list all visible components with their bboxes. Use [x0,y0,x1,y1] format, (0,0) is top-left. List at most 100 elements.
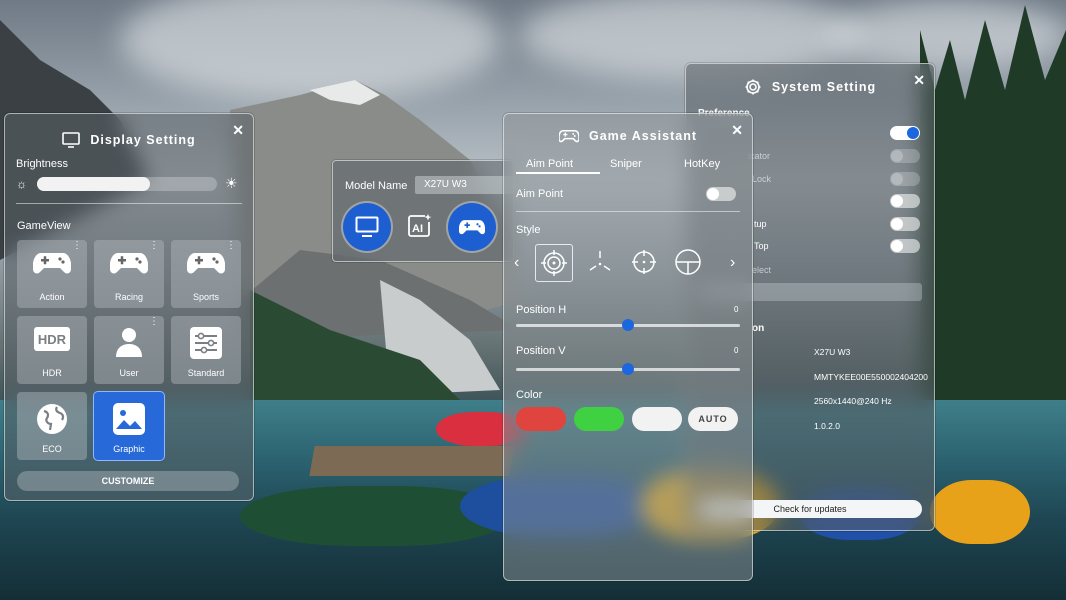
dock [309,446,515,476]
crosshair-style-4[interactable] [670,244,706,280]
color-label: Color [516,389,543,401]
crosshair-target-icon [541,250,567,276]
panel-title: System Setting [771,80,877,94]
tile-label: Graphic [113,444,145,454]
toggle-4[interactable] [890,194,920,208]
monitor-mode-button[interactable] [343,203,391,251]
more-options-icon[interactable]: ⋮ [149,317,159,327]
style-prev-icon[interactable]: ‹ [514,254,519,272]
color-swatch-green[interactable] [574,407,624,431]
tile-label: Racing [114,292,143,302]
model-name-label: Model Name [345,180,408,192]
more-options-icon[interactable]: ⋮ [72,241,82,251]
model-popup: Model Name X27U W3 AI [332,160,515,262]
position-v-value: 0 [734,346,739,355]
style-label: Style [516,224,541,236]
style-next-icon[interactable]: › [730,254,735,272]
close-button[interactable]: ✕ [731,122,743,139]
sun-large-icon: ☀ [225,175,238,191]
toggle-3[interactable] [890,172,920,186]
crosshair-style-1[interactable] [535,244,573,282]
setting-label: elect [752,265,772,275]
game-mode-button[interactable] [448,203,496,251]
tile-label: HDR [42,368,62,378]
tab-hotkey[interactable]: HotKey [684,158,720,170]
gamepad-icon [33,253,71,274]
tile-label: Standard [187,368,225,378]
tab-aim-point[interactable]: Aim Point [526,158,573,170]
model-name-field: X27U W3 [415,176,515,194]
customize-button[interactable]: CUSTOMIZE [17,471,239,491]
setting-label: Lock [752,174,772,184]
info-resolution: 2560x1440@240 Hz [814,396,892,406]
model-name-value: X27U W3 [424,179,467,190]
color-swatch-white[interactable] [632,407,682,431]
position-h-thumb[interactable] [622,319,634,331]
close-button[interactable]: ✕ [913,72,925,89]
toggle-5[interactable] [890,217,920,231]
brightness-slider-fill [37,177,151,191]
gameview-tile-standard[interactable]: Standard [171,316,241,384]
tile-label: Action [39,292,65,302]
position-v-label: Position V [516,345,566,357]
gameview-tile-eco[interactable]: ECO [17,392,87,460]
gamepad-icon [459,220,485,235]
tab-sniper[interactable]: Sniper [610,158,642,170]
crosshair-style-2[interactable] [582,244,618,280]
tile-label: User [119,368,139,378]
gameview-tile-sports[interactable]: ⋮ Sports [171,240,241,308]
gameview-tile-action[interactable]: ⋮ Action [17,240,87,308]
monitor-icon [62,132,81,148]
position-v-thumb[interactable] [622,363,634,375]
svg-text:HDR: HDR [38,332,67,347]
aim-point-toggle[interactable] [706,187,736,201]
aim-point-label: Aim Point [516,188,564,200]
sun-small-icon: ☼ [16,177,27,191]
gear-icon [745,79,761,95]
close-button[interactable]: ✕ [232,122,244,139]
active-tab-underline [516,172,600,174]
monitor-icon [355,216,379,237]
gameview-tile-racing[interactable]: ⋮ Racing [94,240,164,308]
crosshair-circle-icon [632,250,656,274]
panel-header: Game Assistant [504,129,752,143]
tile-label: Sports [192,292,219,302]
crosshair-t-icon [589,251,611,271]
gameview-label: GameView [17,220,71,232]
globe-icon [37,404,67,434]
crosshair-style-3[interactable] [626,244,662,280]
toggle-6[interactable] [890,239,920,253]
ai-icon[interactable]: AI [407,213,433,244]
panel-title: Game Assistant [588,129,698,143]
gamepad-outline-icon [558,129,579,143]
info-serial: MMTYKEE00E550002404200 [814,372,928,382]
brightness-slider[interactable] [37,177,217,191]
setting-label: Top [754,241,769,251]
toggle-1[interactable] [890,126,920,140]
position-h-value: 0 [734,305,739,314]
auto-color-button[interactable]: AUTO [688,407,738,431]
sliders-icon [190,327,222,359]
brightness-label: Brightness [16,158,68,170]
hdr-icon: HDR [34,327,70,351]
canoe [930,480,1030,544]
game-assistant-panel: Game Assistant ✕ Aim Point Sniper HotKey… [503,113,753,581]
gameview-tile-graphic[interactable]: Graphic [94,392,164,460]
position-h-label: Position H [516,304,567,316]
gameview-tile-hdr[interactable]: HDR HDR [17,316,87,384]
color-swatch-red[interactable] [516,407,566,431]
user-icon [116,328,142,357]
gamepad-icon [110,253,148,274]
setting-label: tup [754,219,767,229]
gameview-tile-user[interactable]: ⋮ User [94,316,164,384]
info-version: 1.0.2.0 [814,421,840,431]
display-setting-panel: Display Setting ✕ Brightness ☼ ☀ GameVie… [4,113,254,501]
more-options-icon[interactable]: ⋮ [149,241,159,251]
toggle-2[interactable] [890,149,920,163]
more-options-icon[interactable]: ⋮ [226,241,236,251]
divider [16,203,242,204]
panel-header: Display Setting [5,132,253,148]
divider [516,211,740,212]
panel-header: System Setting [686,78,934,96]
crosshair-scope-icon [675,249,701,275]
